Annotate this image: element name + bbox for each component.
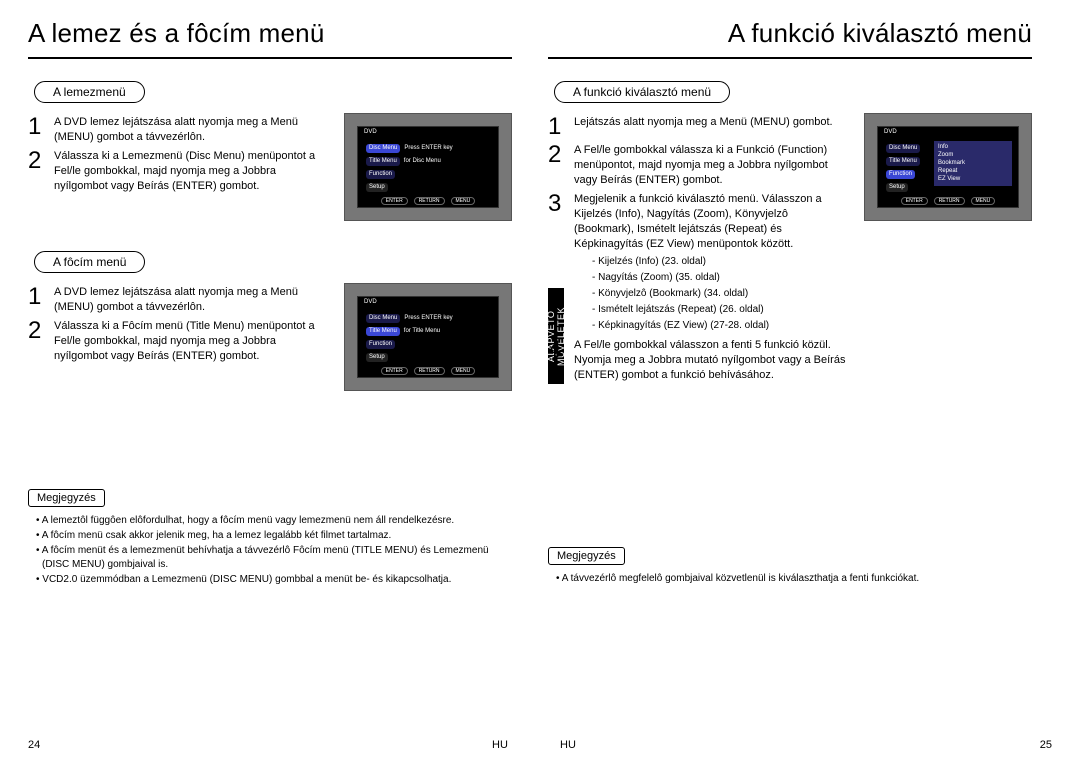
function-menu-heading: A funkció kiválasztó menü: [554, 81, 730, 103]
left-title: A lemez és a fôcím menü: [28, 18, 512, 49]
disc-menu-block: 1 A DVD lemez lejátszása alatt nyomja meg…: [28, 113, 512, 221]
step-num: 1: [28, 285, 46, 309]
right-title: A funkció kiválasztó menü: [548, 18, 1032, 49]
step-text: Válassza ki a Lemezmenü (Disc Menu) menü…: [54, 149, 328, 194]
left-notes: • A lemeztôl függôen elôfordulhat, hogy …: [36, 514, 512, 587]
function-block: 1 Lejátszás alatt nyomja meg a Menü (MENU…: [548, 113, 1032, 387]
lang-code: HU: [560, 739, 576, 751]
disc-menu-steps: 1 A DVD lemez lejátszása alatt nyomja meg…: [28, 113, 328, 198]
step-text: Megjelenik a funkció kiválasztó menü. Vá…: [574, 192, 848, 334]
step-text: A Fel/le gombokkal válassza ki a Funkció…: [574, 143, 848, 188]
title-menu-steps: 1 A DVD lemez lejátszása alatt nyomja meg…: [28, 283, 328, 368]
note-label: Megjegyzés: [548, 547, 625, 565]
step-num: 2: [28, 149, 46, 173]
step-text: Lejátszás alatt nyomja meg a Menü (MENU)…: [574, 115, 833, 130]
lang-code: HU: [492, 739, 508, 751]
note-label: Megjegyzés: [28, 489, 105, 507]
step-num: 1: [28, 115, 46, 139]
step-num: 3: [548, 192, 566, 216]
step-text: A DVD lemez lejátszása alatt nyomja meg …: [54, 285, 328, 315]
step-num: 4: [548, 338, 566, 362]
step-num: 2: [548, 143, 566, 167]
osd-disc-menu: DVD Disc MenuPress ENTER key Title Menuf…: [344, 113, 512, 221]
sub-references: - Kijelzés (Info) (23. oldal) - Nagyítás…: [592, 254, 848, 333]
divider: [548, 57, 1032, 59]
manual-spread: A lemez és a fôcím menü A lemezmenü 1 A D…: [0, 0, 1080, 765]
step-num: 2: [28, 319, 46, 343]
osd-function-menu: DVD Disc Menu Title Menu Function Setup …: [864, 113, 1032, 221]
osd-function-panel: Info Zoom Bookmark Repeat EZ View: [934, 141, 1012, 186]
right-notes: • A távvezérlô megfelelô gombjaival közv…: [556, 572, 1032, 586]
title-menu-block: 1 A DVD lemez lejátszása alatt nyomja meg…: [28, 283, 512, 391]
step-text: A Fel/le gombokkal válasszon a fenti 5 f…: [574, 338, 848, 383]
step-text: Válassza ki a Fôcím menü (Title Menu) me…: [54, 319, 328, 364]
step-text: A DVD lemez lejátszása alatt nyomja meg …: [54, 115, 328, 145]
function-steps: 1 Lejátszás alatt nyomja meg a Menü (MENU…: [548, 113, 848, 387]
left-page: A lemez és a fôcím menü A lemezmenü 1 A D…: [28, 18, 512, 765]
title-menu-heading: A fôcím menü: [34, 251, 145, 273]
disc-menu-heading: A lemezmenü: [34, 81, 145, 103]
page-number-left: 24: [28, 739, 40, 751]
page-number-right: 25: [1040, 739, 1052, 751]
step-num: 1: [548, 115, 566, 139]
divider: [28, 57, 512, 59]
osd-title-menu: DVD Disc MenuPress ENTER key Title Menuf…: [344, 283, 512, 391]
right-page: ALAPVETO MÛVELETEK A funkció kiválasztó …: [548, 18, 1052, 765]
